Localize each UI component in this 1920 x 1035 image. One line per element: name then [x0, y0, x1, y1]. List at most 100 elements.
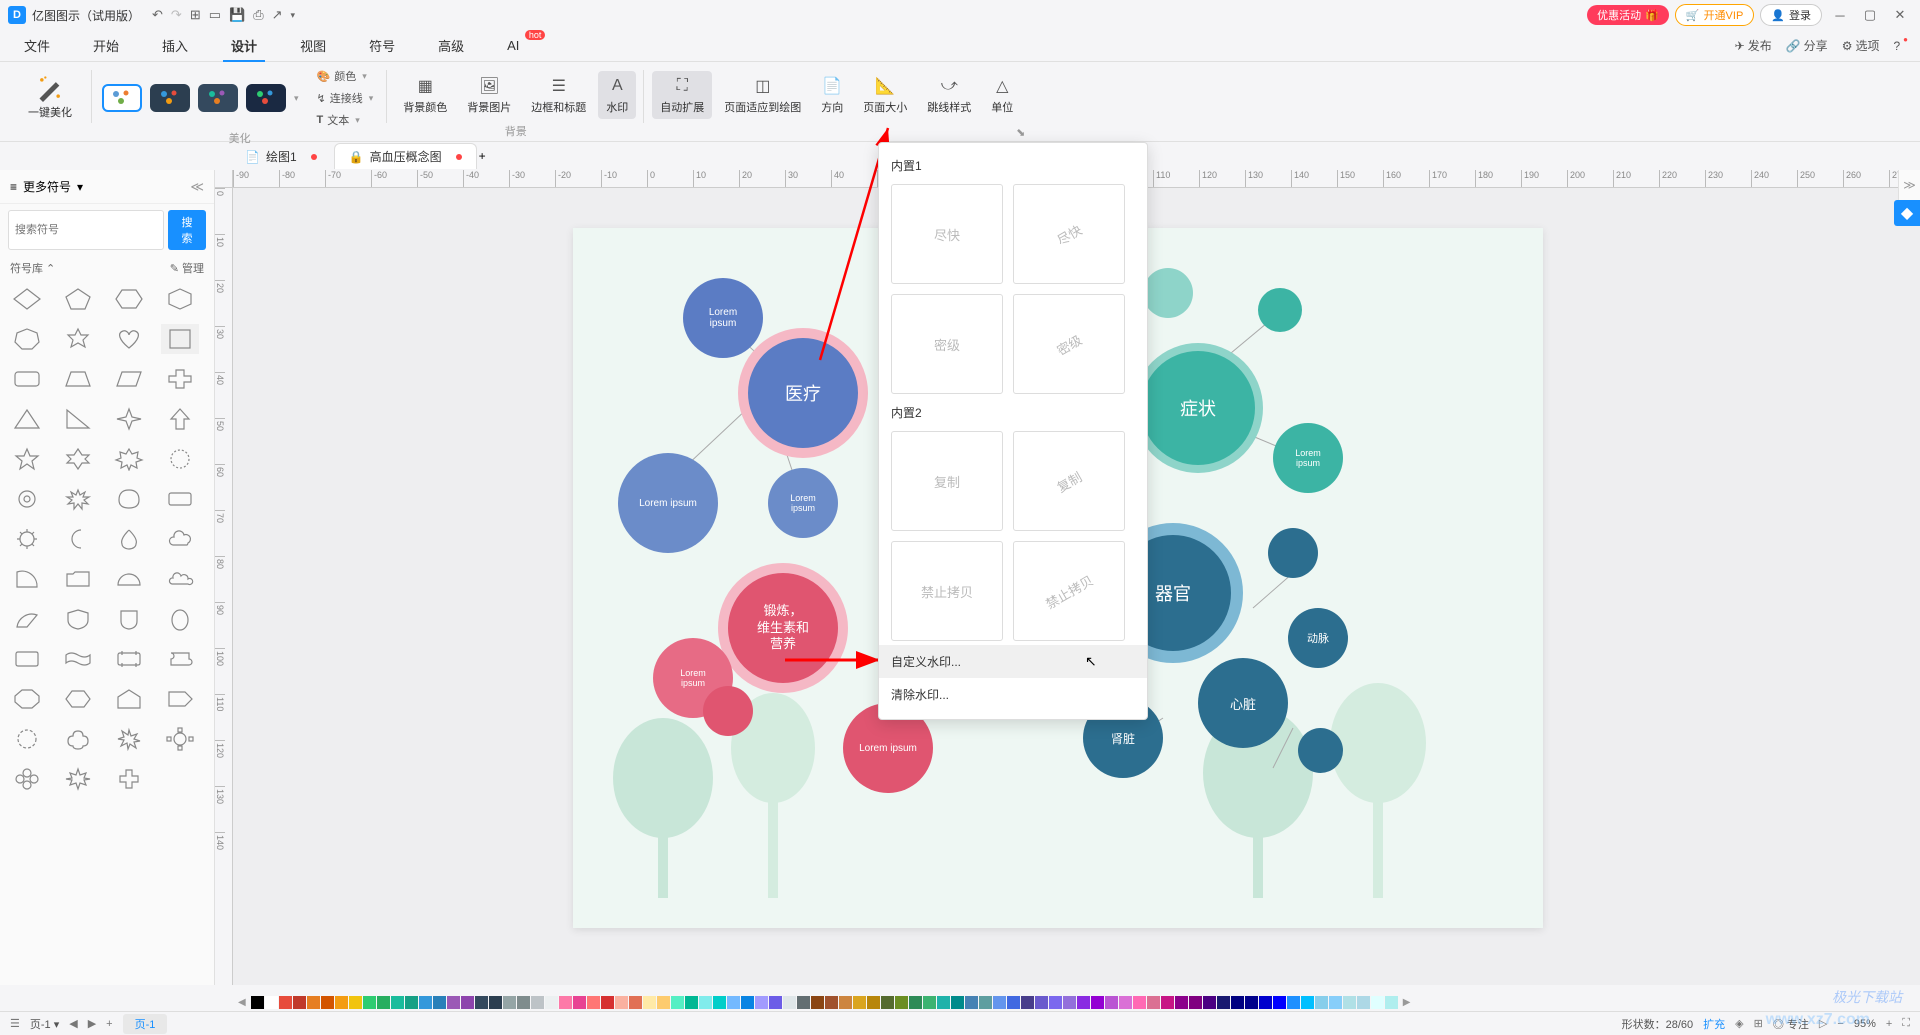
vip-button[interactable]: 🛒开通VIP	[1675, 4, 1754, 26]
color-swatch[interactable]	[433, 996, 446, 1009]
color-swatch[interactable]	[1273, 996, 1286, 1009]
color-swatch[interactable]	[475, 996, 488, 1009]
shape-folder[interactable]	[59, 564, 97, 594]
color-swatch[interactable]	[363, 996, 376, 1009]
symbol-search-input[interactable]	[8, 210, 164, 250]
zoom-in-icon[interactable]: +	[1886, 1018, 1892, 1030]
color-swatch[interactable]	[293, 996, 306, 1009]
theme-3[interactable]	[198, 84, 238, 112]
shape-cloud2[interactable]	[161, 564, 199, 594]
shape-scroll[interactable]	[161, 644, 199, 674]
color-swatch[interactable]	[1329, 996, 1342, 1009]
color-swatch[interactable]	[531, 996, 544, 1009]
color-swatch[interactable]	[1063, 996, 1076, 1009]
clear-watermark-item[interactable]: 清除水印...	[879, 678, 1147, 711]
wm-preset-2[interactable]: 尽快	[1013, 184, 1125, 284]
promo-button[interactable]: 优惠活动🎁	[1587, 5, 1669, 25]
color-swatch[interactable]	[321, 996, 334, 1009]
more-symbols-dropdown[interactable]: ≡ 更多符号 ▾	[10, 178, 83, 195]
color-swatch[interactable]	[1315, 996, 1328, 1009]
minimize-icon[interactable]: ─	[1828, 3, 1852, 27]
connector-dropdown[interactable]: ↯连接线▾	[311, 88, 380, 108]
menu-design[interactable]: 设计	[227, 30, 261, 61]
bubble-small-teal2[interactable]	[1258, 288, 1302, 332]
color-swatch[interactable]	[867, 996, 880, 1009]
color-swatch[interactable]	[1021, 996, 1034, 1009]
shape-star6[interactable]	[59, 324, 97, 354]
shape-star6b[interactable]	[59, 444, 97, 474]
color-swatch[interactable]	[839, 996, 852, 1009]
shape-parallelogram[interactable]	[110, 364, 148, 394]
fit-page-button[interactable]: ◫页面适应到绘图	[716, 71, 809, 119]
next-page-icon[interactable]: ▶	[88, 1017, 96, 1030]
wm-preset-8[interactable]: 禁止拷贝	[1013, 541, 1125, 641]
page-dropdown[interactable]: 页-1 ▾	[30, 1016, 59, 1032]
color-swatch[interactable]	[993, 996, 1006, 1009]
color-swatch[interactable]	[797, 996, 810, 1009]
search-button[interactable]: 搜索	[168, 210, 206, 250]
menu-start[interactable]: 开始	[89, 30, 123, 61]
collapse-sidebar-icon[interactable]: ≪	[190, 179, 204, 195]
shape-cross[interactable]	[161, 364, 199, 394]
shape-rect2[interactable]	[161, 484, 199, 514]
shape-rounded-rect[interactable]	[8, 364, 46, 394]
open-icon[interactable]: ▭	[209, 7, 221, 23]
color-swatch[interactable]	[1091, 996, 1104, 1009]
color-swatch[interactable]	[727, 996, 740, 1009]
bubble-heart[interactable]: 心脏	[1198, 658, 1288, 748]
menu-symbol[interactable]: 符号	[365, 30, 399, 61]
color-swatch[interactable]	[1245, 996, 1258, 1009]
color-swatch[interactable]	[615, 996, 628, 1009]
bg-image-button[interactable]: 🖼背景图片	[459, 71, 519, 119]
palette-prev-icon[interactable]: ◀	[234, 997, 250, 1008]
close-icon[interactable]: ✕	[1888, 3, 1912, 27]
shape-burst3[interactable]	[110, 724, 148, 754]
shape-trapezoid[interactable]	[59, 364, 97, 394]
color-swatch[interactable]	[545, 996, 558, 1009]
redo-icon[interactable]: ↷	[171, 7, 182, 23]
wm-preset-5[interactable]: 复制	[891, 431, 1003, 531]
shape-heart[interactable]	[110, 324, 148, 354]
color-swatch[interactable]	[1133, 996, 1146, 1009]
border-title-button[interactable]: ☰边框和标题	[523, 71, 594, 119]
beautify-button[interactable]: 一键美化	[16, 66, 84, 128]
color-swatch[interactable]	[881, 996, 894, 1009]
shape-star8[interactable]	[59, 764, 97, 794]
color-swatch[interactable]	[251, 996, 264, 1009]
page-list-icon[interactable]: ☰	[10, 1017, 20, 1030]
color-swatch[interactable]	[965, 996, 978, 1009]
shape-slice[interactable]	[8, 604, 46, 634]
shape-hexagon2[interactable]	[161, 284, 199, 314]
manage-button[interactable]: ✎ 管理	[170, 260, 204, 276]
color-swatch[interactable]	[489, 996, 502, 1009]
unit-button[interactable]: △单位	[983, 71, 1021, 119]
shape-egg[interactable]	[161, 604, 199, 634]
color-swatch[interactable]	[699, 996, 712, 1009]
grid-icon[interactable]: ⊞	[1754, 1017, 1763, 1030]
color-swatch[interactable]	[769, 996, 782, 1009]
bubble-medical[interactable]: 医疗	[738, 328, 868, 458]
bg-color-button[interactable]: ▦背景颜色	[395, 71, 455, 119]
export-icon[interactable]: ↗	[272, 7, 283, 23]
shape-hex3[interactable]	[59, 684, 97, 714]
shape-square[interactable]	[161, 324, 199, 354]
new-icon[interactable]: ⊞	[190, 7, 201, 23]
jump-style-button[interactable]: ⤻跳线样式	[919, 71, 979, 119]
color-swatch[interactable]	[1217, 996, 1230, 1009]
direction-button[interactable]: 📄方向	[813, 71, 851, 119]
menu-file[interactable]: 文件	[20, 30, 54, 61]
color-swatch[interactable]	[1259, 996, 1272, 1009]
shape-diamond[interactable]	[8, 284, 46, 314]
color-swatch[interactable]	[979, 996, 992, 1009]
bubble-lorem-2[interactable]: Lorem ipsum	[618, 453, 718, 553]
symbol-lib-toggle[interactable]: 符号库 ⌃	[10, 260, 55, 276]
shape-teardrop[interactable]	[110, 484, 148, 514]
color-swatch[interactable]	[1161, 996, 1174, 1009]
shape-gear[interactable]	[8, 484, 46, 514]
color-swatch[interactable]	[573, 996, 586, 1009]
expand-right-panel-icon[interactable]: ≫	[1898, 170, 1920, 200]
shape-heptagon[interactable]	[8, 324, 46, 354]
shape-quarter[interactable]	[8, 564, 46, 594]
color-swatch[interactable]	[1385, 996, 1398, 1009]
bubble-lorem-5[interactable]: Lorem ipsum	[1273, 423, 1343, 493]
